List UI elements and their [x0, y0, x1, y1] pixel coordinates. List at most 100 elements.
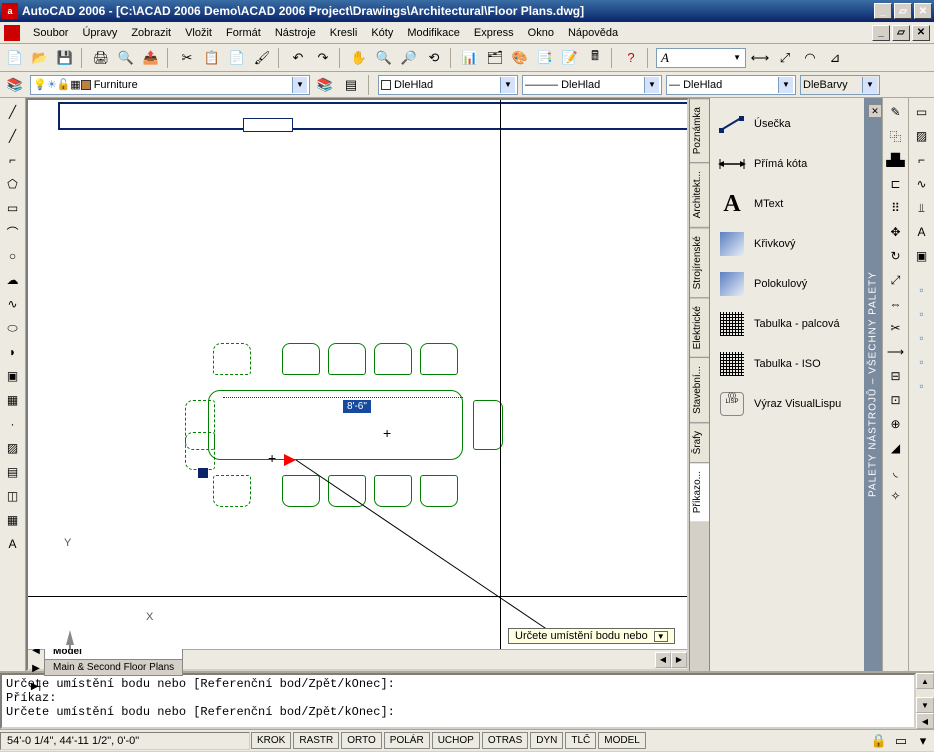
menu-nástroje[interactable]: Nástroje [268, 25, 323, 41]
layer-states-button[interactable]: ▤ [340, 74, 362, 96]
make-block-tool[interactable]: ▦ [2, 389, 24, 411]
mirror-tool[interactable]: ▟▙ [885, 149, 907, 171]
menu-zobrazit[interactable]: Zobrazit [124, 25, 178, 41]
zoom-prev-button[interactable]: ⟲ [423, 47, 445, 69]
help-button[interactable]: ? [620, 47, 642, 69]
pedit-tool[interactable]: ⌐ [911, 149, 933, 171]
menu-vložit[interactable]: Vložit [178, 25, 219, 41]
palette-tab[interactable]: Elektrické [690, 297, 709, 357]
palette-tab[interactable]: Poznámka [690, 98, 709, 162]
explode-tool[interactable]: ✧ [885, 485, 907, 507]
palette-tab[interactable]: Stavební... [690, 357, 709, 422]
ellipse-tool[interactable]: ⬭ [2, 317, 24, 339]
layer-combo[interactable]: 💡☀🔓▦ Furniture ▼ [30, 75, 310, 95]
stretch-tool[interactable]: ⇔ [885, 293, 907, 315]
status-toggle-orto[interactable]: ORTO [341, 732, 382, 749]
palette-item[interactable]: Přímá kóta [710, 144, 864, 184]
menu-nápověda[interactable]: Nápověda [561, 25, 625, 41]
menu-formát[interactable]: Formát [219, 25, 268, 41]
status-toggle-polár[interactable]: POLÁR [384, 732, 430, 749]
menu-express[interactable]: Express [467, 25, 521, 41]
palette-item[interactable]: Polokulový [710, 264, 864, 304]
array-tool[interactable]: ⠿ [885, 197, 907, 219]
palette-tab[interactable]: Strojírenské [690, 227, 709, 297]
mdi-restore-button[interactable]: ▱ [892, 25, 910, 41]
workspace3-tool[interactable]: ▫ [911, 327, 933, 349]
restore-button[interactable]: ▱ [894, 3, 912, 19]
circle-tool[interactable]: ○ [2, 245, 24, 267]
quickcalc-button[interactable]: 🖩 [584, 47, 606, 69]
toolpalettes-button[interactable]: 🎨 [509, 47, 531, 69]
tab-nav-button[interactable]: ▶ [28, 660, 44, 678]
block-edit-tool[interactable]: ▣ [911, 245, 933, 267]
zoom-win-button[interactable]: 🔎 [398, 47, 420, 69]
gradient-tool[interactable]: ▤ [2, 461, 24, 483]
status-icon-2[interactable]: ▭ [890, 730, 912, 752]
revcloud-tool[interactable]: ☁ [2, 269, 24, 291]
table-tool[interactable]: ▦ [2, 509, 24, 531]
cmd-scroll-up[interactable]: ▲ [916, 673, 934, 689]
grip-point[interactable] [198, 468, 208, 478]
dim-tool-3[interactable]: ◠ [799, 47, 821, 69]
trim-tool[interactable]: ✂ [885, 317, 907, 339]
draworder-tool[interactable]: ▭ [911, 101, 933, 123]
attedit-tool[interactable]: A [911, 221, 933, 243]
menu-úpravy[interactable]: Úpravy [75, 25, 124, 41]
palette-item[interactable]: Tabulka - palcová [710, 304, 864, 344]
pline-tool[interactable]: ⌐ [2, 149, 24, 171]
palette-tab[interactable]: Šrafy [690, 422, 709, 462]
ssm-button[interactable]: 📑 [534, 47, 556, 69]
scroll-right-button[interactable]: ▶ [671, 652, 687, 668]
pan-button[interactable]: ✋ [348, 47, 370, 69]
move-tool[interactable]: ✥ [885, 221, 907, 243]
dim-tool-1[interactable]: ⟷ [749, 47, 771, 69]
status-coords[interactable]: 54'-0 1/4", 44'-11 1/2", 0'-0" [0, 732, 250, 750]
minimize-button[interactable]: _ [874, 3, 892, 19]
open-button[interactable]: 📂 [29, 47, 51, 69]
linetype-combo[interactable]: ——— DleHlad ▼ [522, 75, 662, 95]
preview-button[interactable]: 🔍 [115, 47, 137, 69]
region-tool[interactable]: ◫ [2, 485, 24, 507]
arc-tool[interactable]: ⌒ [2, 221, 24, 243]
rectangle-tool[interactable]: ▭ [2, 197, 24, 219]
status-toggle-rastr[interactable]: RASTR [293, 732, 339, 749]
polygon-tool[interactable]: ⬠ [2, 173, 24, 195]
mtext-tool[interactable]: A [2, 533, 24, 555]
copy-button[interactable]: 📋 [201, 47, 223, 69]
qnew-button[interactable]: 📄 [4, 47, 26, 69]
status-toggle-krok[interactable]: KROK [251, 732, 291, 749]
mdi-close-button[interactable]: ✕ [912, 25, 930, 41]
hatch-tool[interactable]: ▨ [2, 437, 24, 459]
break-point-tool[interactable]: ⊟ [885, 365, 907, 387]
markup-button[interactable]: 📝 [559, 47, 581, 69]
break-tool[interactable]: ⊡ [885, 389, 907, 411]
designcenter-button[interactable]: 🗂 [484, 47, 506, 69]
workspace2-tool[interactable]: ▫ [911, 303, 933, 325]
workspace4-tool[interactable]: ▫ [911, 351, 933, 373]
status-toggle-dyn[interactable]: DYN [530, 732, 563, 749]
scale-tool[interactable]: ⤢ [885, 269, 907, 291]
palette-tab[interactable]: Architekt... [690, 162, 709, 226]
cmd-scroll-left[interactable]: ◀ [916, 713, 934, 729]
erase-tool[interactable]: ✎ [885, 101, 907, 123]
mline-edit-tool[interactable]: ⫫ [911, 197, 933, 219]
close-button[interactable]: ✕ [914, 3, 932, 19]
scroll-left-button[interactable]: ◀ [655, 652, 671, 668]
palette-item[interactable]: Křivkový [710, 224, 864, 264]
zoom-rt-button[interactable]: 🔍 [373, 47, 395, 69]
xline-tool[interactable]: ╱ [2, 125, 24, 147]
plot-button[interactable]: 🖨 [90, 47, 112, 69]
mdi-minimize-button[interactable]: _ [872, 25, 890, 41]
spline-tool[interactable]: ∿ [2, 293, 24, 315]
palette-item[interactable]: Tabulka - ISO [710, 344, 864, 384]
palette-item[interactable]: AMText [710, 184, 864, 224]
palette-tab[interactable]: Příkazo... [690, 462, 709, 521]
paste-button[interactable]: 📄 [226, 47, 248, 69]
fillet-tool[interactable]: ◟ [885, 461, 907, 483]
insert-block-tool[interactable]: ▣ [2, 365, 24, 387]
status-toggle-tlč[interactable]: TLČ [565, 732, 596, 749]
workspace5-tool[interactable]: ▫ [911, 375, 933, 397]
layout-tab[interactable]: Main & Second Floor Plans [44, 660, 183, 676]
redo-button[interactable]: ↷ [312, 47, 334, 69]
publish-button[interactable]: 📤 [140, 47, 162, 69]
